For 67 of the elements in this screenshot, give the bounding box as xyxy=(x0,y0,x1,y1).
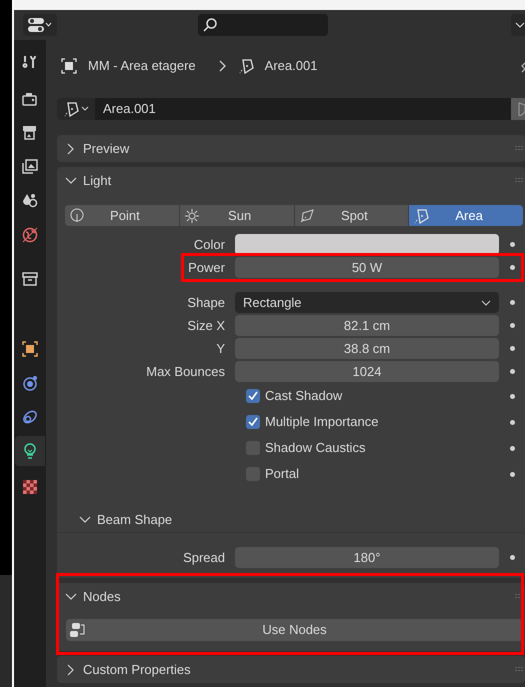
light-type-tab[interactable]: Point xyxy=(65,205,179,226)
chevron-down-icon xyxy=(79,515,91,525)
number-field[interactable]: 82.1 cm xyxy=(235,315,499,336)
light-type-tab[interactable]: Spot xyxy=(294,205,408,226)
checkbox[interactable]: Portal xyxy=(246,464,499,484)
light-type-tab[interactable]: Area xyxy=(409,205,523,226)
square-icon xyxy=(21,340,39,358)
property-label: Size X xyxy=(186,316,226,335)
panel-header[interactable]: Beam Shape xyxy=(71,507,525,533)
search-icon xyxy=(202,17,218,33)
box-icon xyxy=(21,270,39,288)
image-stack-icon xyxy=(21,158,39,176)
property-label: Power xyxy=(187,258,226,277)
shapes-icon xyxy=(21,192,39,210)
drag-handle-icon xyxy=(515,176,523,184)
panel-header[interactable]: Preview xyxy=(57,135,516,162)
checkbox[interactable]: Multiple Importance xyxy=(246,412,499,432)
shape-dropdown[interactable]: Rectangle xyxy=(235,292,499,313)
editor-type-button[interactable] xyxy=(23,14,57,36)
printer-icon xyxy=(21,124,39,142)
panel-header[interactable]: Light xyxy=(57,167,516,194)
property-label: Shape xyxy=(186,294,226,312)
chevron-right-icon xyxy=(218,60,228,72)
link-icon xyxy=(21,408,39,426)
search-field[interactable] xyxy=(198,14,328,36)
chevron-down-icon xyxy=(481,300,491,306)
chevron-down-icon xyxy=(81,106,89,112)
chevron-down-icon xyxy=(515,21,525,29)
properties-tab[interactable] xyxy=(15,436,45,466)
property-label: Spread xyxy=(182,548,226,567)
light-type-dropdown[interactable] xyxy=(57,98,95,120)
panel-header[interactable]: Nodes xyxy=(57,583,516,610)
panel-header[interactable]: Custom Properties xyxy=(57,656,516,683)
drag-handle-icon xyxy=(515,592,523,600)
sun-icon xyxy=(184,208,200,224)
checker-icon xyxy=(21,478,39,496)
drag-handle-icon xyxy=(515,666,523,674)
number-field[interactable]: 38.8 cm xyxy=(235,338,499,359)
color-swatch[interactable] xyxy=(235,234,499,255)
breadcrumb-item: MM - Area etagere xyxy=(88,57,196,76)
point-light-icon xyxy=(69,208,85,224)
area-light-icon xyxy=(413,208,430,224)
breadcrumb-item: Area.001 xyxy=(264,57,318,76)
chevron-down-icon xyxy=(65,176,77,186)
number-field[interactable]: 180° xyxy=(235,547,499,568)
globe-icon xyxy=(21,226,39,244)
area-light-icon xyxy=(63,101,79,117)
chevron-down-icon xyxy=(65,592,77,602)
property-label: Y xyxy=(215,340,226,358)
use-nodes-button[interactable]: Use Nodes xyxy=(66,619,523,641)
camera-icon xyxy=(21,90,39,108)
object-icon xyxy=(61,58,77,74)
name-field[interactable]: Area.001 xyxy=(95,98,511,120)
number-field[interactable]: 50 W xyxy=(235,257,499,278)
area-light-icon xyxy=(238,58,254,74)
light-type-tab[interactable]: Sun xyxy=(180,205,294,226)
checkbox[interactable]: Shadow Caustics xyxy=(246,438,499,458)
spot-light-icon xyxy=(298,208,314,224)
checkmark-icon xyxy=(248,391,258,401)
property-label: Color xyxy=(192,236,226,254)
checkmark-icon xyxy=(248,417,258,427)
property-label: Max Bounces xyxy=(145,362,226,381)
orbit-icon xyxy=(21,374,39,392)
options-button[interactable] xyxy=(511,14,525,36)
number-field[interactable]: 1024 xyxy=(235,361,499,382)
checkbox[interactable]: Cast Shadow xyxy=(246,386,499,406)
drag-handle-icon xyxy=(515,144,523,152)
